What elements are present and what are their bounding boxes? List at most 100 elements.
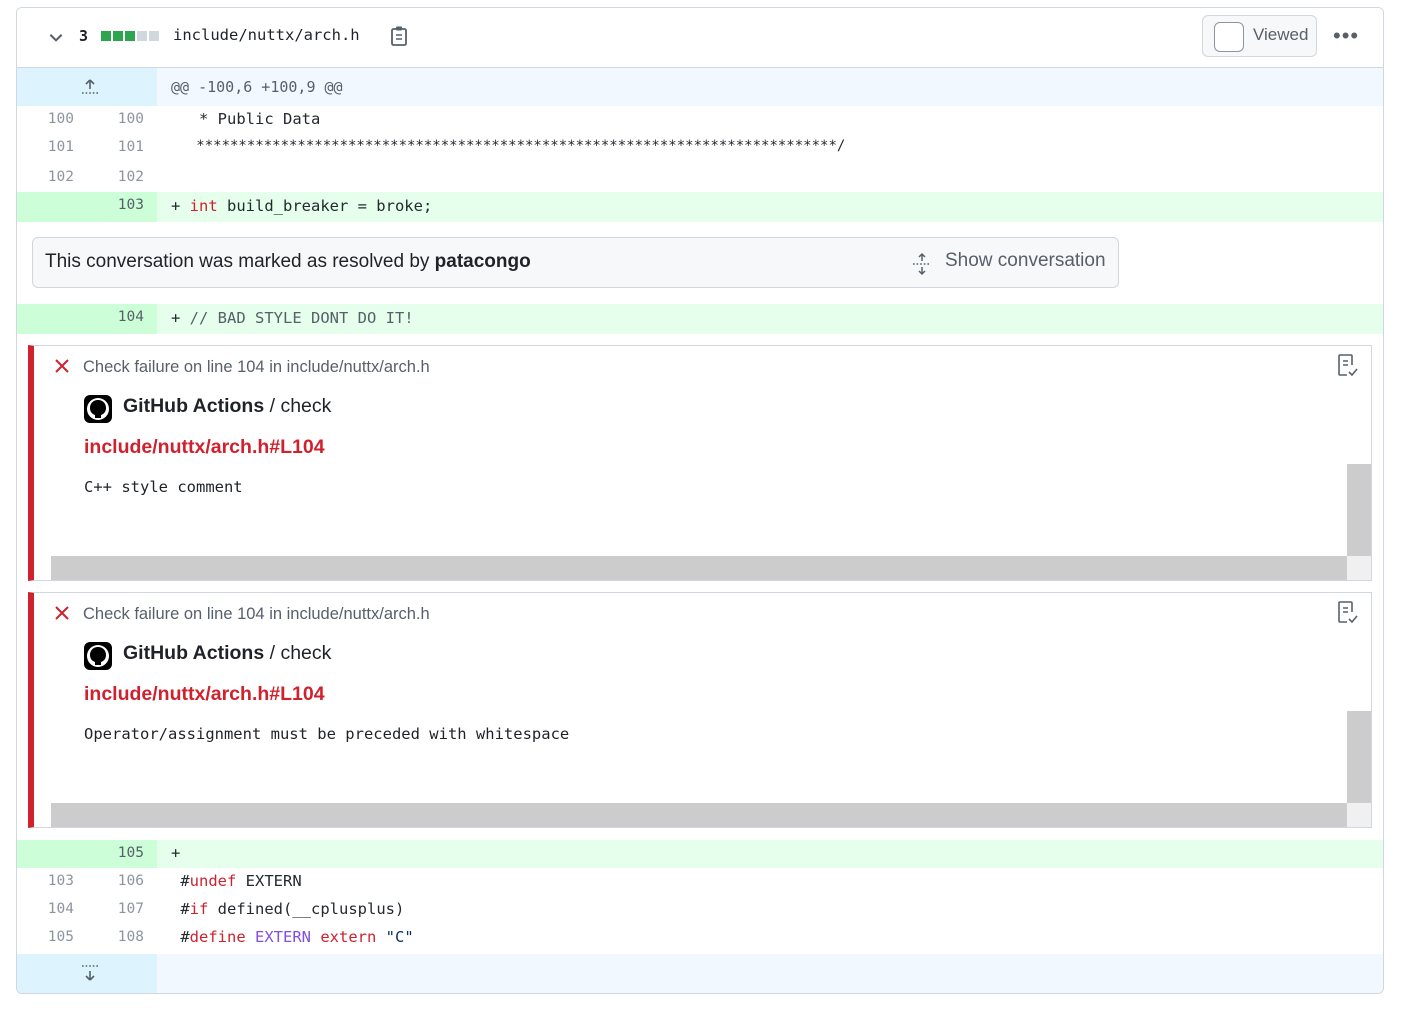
show-conversation-button[interactable]: Show conversation: [945, 250, 1106, 272]
new-line-number[interactable]: 103: [84, 197, 144, 213]
code-comment: // BAD STYLE DONT DO IT!: [189, 309, 414, 327]
old-line-number[interactable]: 100: [17, 111, 74, 127]
github-mark-icon: [87, 645, 109, 667]
check-annotation: Check failure on line 104 in include/nut…: [28, 345, 1372, 581]
diffstat-block: [101, 31, 111, 41]
hunk-header-text: @@ -100,6 +100,9 @@: [171, 78, 343, 96]
horizontal-scrollbar[interactable]: [51, 556, 1347, 580]
string-literal: "C": [376, 928, 414, 946]
check-name: / check: [264, 642, 332, 664]
keyword: int: [189, 197, 218, 215]
github-mark-icon: [87, 398, 109, 420]
check-name: / check: [264, 395, 332, 417]
new-line-number[interactable]: 105: [84, 845, 144, 861]
vertical-scrollbar[interactable]: [1347, 711, 1371, 803]
diff-line: 104 107 #if defined(__cplusplus): [17, 896, 1383, 924]
annotation-link[interactable]: include/nuttx/arch.h#L104: [84, 436, 325, 459]
expand-down-gutter[interactable]: [17, 954, 157, 993]
diff-prefix: +: [171, 309, 190, 327]
diffstat-bar: [101, 31, 159, 41]
diffstat-block: [137, 31, 147, 41]
code-text: ****************************************…: [171, 138, 846, 154]
github-logo-icon: [84, 642, 112, 670]
annotation-link[interactable]: include/nuttx/arch.h#L104: [84, 683, 325, 706]
expand-down-icon[interactable]: [80, 963, 100, 983]
hunk-header: @@ -100,6 +100,9 @@: [17, 68, 1383, 106]
code-text: #define EXTERN extern "C": [171, 928, 414, 946]
app-name: GitHub Actions: [123, 642, 265, 664]
new-line-number[interactable]: 108: [84, 929, 144, 945]
new-line-number[interactable]: 106: [84, 873, 144, 889]
annotation-message: Operator/assignment must be preceded wit…: [84, 725, 570, 743]
diff-line: 105 108 #define EXTERN extern "C": [17, 924, 1383, 954]
old-line-number[interactable]: 101: [17, 139, 74, 155]
code-text: #undef EXTERN: [171, 872, 302, 890]
added-line: 103 + int build_breaker = broke;: [17, 192, 1383, 222]
x-icon: [55, 606, 69, 620]
old-line-number[interactable]: 102: [17, 169, 74, 185]
annotation-source: GitHub Actions / check: [123, 395, 331, 418]
resolved-user[interactable]: patacongo: [435, 251, 531, 272]
app-name: GitHub Actions: [123, 395, 265, 417]
code-hash: #: [171, 872, 190, 890]
code-text: * Public Data: [171, 110, 321, 128]
code-text: #if defined(__cplusplus): [171, 900, 404, 918]
diff-line: 102 102: [17, 162, 1383, 192]
resolved-message: This conversation was marked as resolved…: [45, 251, 531, 273]
code-text: + // BAD STYLE DONT DO IT!: [171, 309, 414, 327]
viewed-toggle[interactable]: Viewed: [1202, 15, 1317, 57]
macro-name: EXTERN: [245, 928, 311, 946]
annotation-title: Check failure on line 104 in include/nut…: [83, 605, 430, 623]
viewed-label: Viewed: [1253, 25, 1309, 44]
diff-file: 3 include/nuttx/arch.h Viewed ••• @@ -10…: [16, 7, 1384, 994]
more-options-icon[interactable]: •••: [1333, 25, 1359, 47]
check-annotation: Check failure on line 104 in include/nut…: [28, 592, 1372, 828]
expand-up-icon[interactable]: [80, 77, 100, 97]
horizontal-scrollbar[interactable]: [51, 803, 1347, 827]
diffstat-block: [113, 31, 123, 41]
annotation-title: Check failure on line 104 in include/nut…: [83, 358, 430, 376]
diff-prefix: +: [171, 844, 181, 862]
code-rest: EXTERN: [236, 872, 302, 890]
file-name-link[interactable]: include/nuttx/arch.h: [173, 26, 360, 44]
file-header: 3 include/nuttx/arch.h Viewed •••: [17, 8, 1383, 68]
github-logo-icon: [84, 395, 112, 423]
new-line-number[interactable]: 107: [84, 901, 144, 917]
expand-up-gutter[interactable]: [17, 68, 157, 106]
diffstat-block: [125, 31, 135, 41]
unfold-icon[interactable]: [911, 252, 933, 276]
code-hash: #: [171, 928, 190, 946]
added-line: 104 + // BAD STYLE DONT DO IT!: [17, 304, 1383, 334]
old-line-number[interactable]: 103: [17, 873, 74, 889]
chevron-down-icon[interactable]: [47, 28, 65, 46]
file-check-icon[interactable]: [1336, 600, 1358, 624]
new-line-number[interactable]: 104: [84, 309, 144, 325]
copy-path-icon[interactable]: [389, 25, 409, 47]
new-line-number[interactable]: 102: [84, 169, 144, 185]
new-line-number[interactable]: 100: [84, 111, 144, 127]
viewed-checkbox[interactable]: [1214, 22, 1244, 52]
resolved-conversation-banner: This conversation was marked as resolved…: [32, 237, 1119, 288]
keyword: define: [189, 928, 246, 946]
code-text: + int build_breaker = broke;: [171, 197, 432, 215]
keyword: undef: [189, 872, 237, 890]
code-rest: defined(__cplusplus): [208, 900, 405, 918]
x-icon: [55, 359, 69, 373]
old-line-number[interactable]: 105: [17, 929, 74, 945]
change-count: 3: [79, 27, 89, 45]
keyword: extern: [311, 928, 377, 946]
code-hash: #: [171, 900, 190, 918]
new-line-number[interactable]: 101: [84, 139, 144, 155]
file-check-icon[interactable]: [1336, 353, 1358, 377]
resolved-text: This conversation was marked as resolved…: [45, 251, 430, 272]
old-line-number[interactable]: 104: [17, 901, 74, 917]
keyword: if: [189, 900, 209, 918]
annotation-message: C++ style comment: [84, 478, 243, 496]
vertical-scrollbar[interactable]: [1347, 464, 1371, 556]
scrollbar-corner: [1347, 556, 1371, 580]
diffstat-block: [149, 31, 159, 41]
annotation-source: GitHub Actions / check: [123, 642, 331, 665]
diff-prefix: +: [171, 197, 190, 215]
added-line: 105 +: [17, 840, 1383, 868]
diff-line: 103 106 #undef EXTERN: [17, 868, 1383, 896]
